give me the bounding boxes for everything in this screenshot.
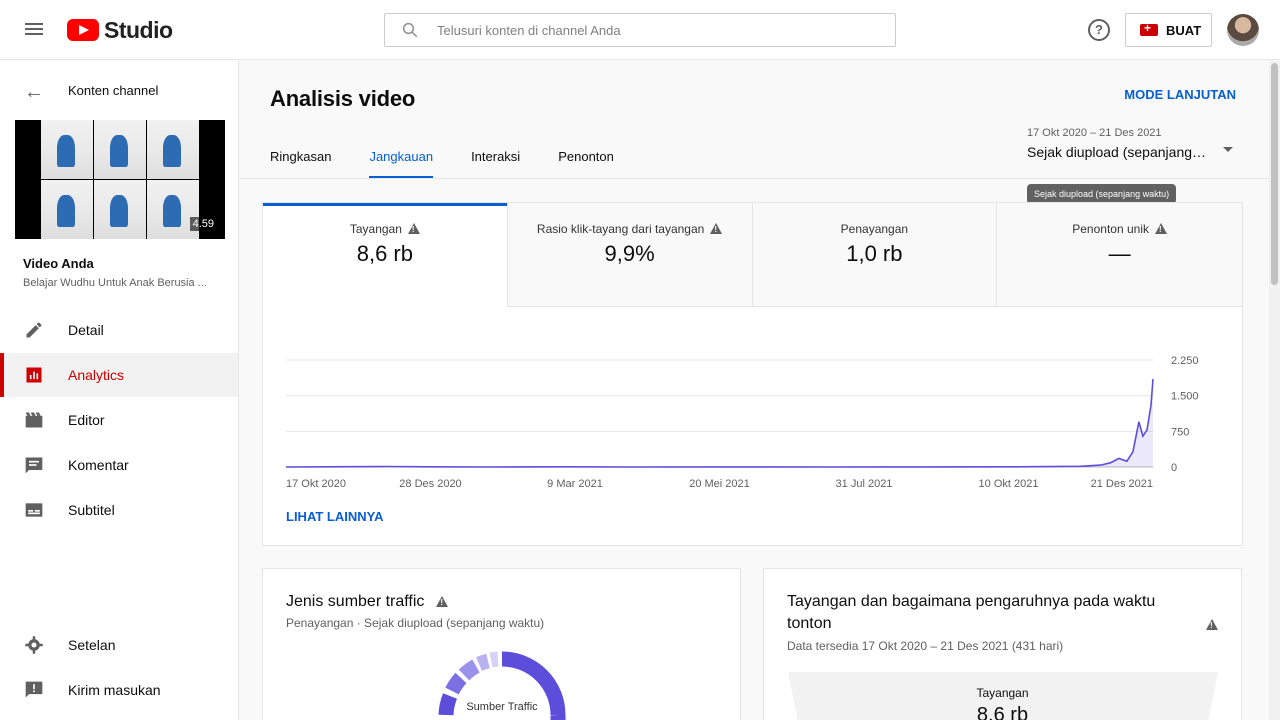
sidebar-item-subtitles[interactable]: Subtitel (0, 488, 238, 532)
tab-overview[interactable]: Ringkasan (270, 141, 331, 179)
see-more-link[interactable]: LIHAT LAINNYA (286, 509, 384, 524)
feedback-icon (25, 681, 43, 698)
funnel-value: 8,6 rb (976, 704, 1029, 720)
pencil-icon (26, 322, 42, 338)
sidebar-item-label: Setelan (68, 637, 116, 653)
date-range-selector[interactable]: 17 Okt 2020 – 21 Des 2021 Sejak diupload… (1027, 127, 1233, 160)
metric-value: 1,0 rb (846, 241, 903, 266)
date-range-tooltip: Sejak diupload (sepanjang waktu) (1027, 184, 1177, 204)
warning-icon (1206, 619, 1218, 630)
scrollbar-thumb[interactable] (1271, 63, 1278, 285)
tab-audience[interactable]: Penonton (558, 141, 614, 179)
sidebar-item-label: Subtitel (68, 502, 115, 518)
y-tick-label: 2.250 (1171, 355, 1199, 367)
metric-label: Rasio klik-tayang dari tayangan (536, 222, 705, 236)
metric-value: 8,6 rb (356, 241, 413, 266)
series-area (286, 379, 1153, 467)
warning-icon (407, 223, 420, 234)
back-arrow-icon[interactable]: ← (24, 81, 44, 104)
main-content: Analisis video MODE LANJUTAN Ringkasan J… (240, 61, 1269, 720)
warning-icon (710, 223, 723, 234)
sidebar-item-label: Editor (68, 412, 105, 428)
channel-content-link[interactable]: Konten channel (68, 83, 158, 98)
metric-label: Penayangan (840, 222, 909, 236)
tab-reach[interactable]: Jangkauan (369, 141, 433, 179)
metric-ctr[interactable]: Rasio klik-tayang dari tayangan 9,9% (507, 203, 753, 307)
warning-icon (1154, 223, 1167, 234)
sidebar-item-label: Kirim masukan (68, 682, 161, 698)
sidebar-item-label: Analytics (68, 367, 125, 383)
card-title: Tayangan dan bagaimana pengaruhnya pada … (787, 593, 1156, 632)
video-duration: 4.59 (189, 217, 217, 231)
metrics-card: Tayangan 8,6 rb Rasio klik-tayang dari t… (262, 202, 1243, 546)
youtube-logo-icon (67, 19, 99, 41)
card-subtitle: Penayangan · Sejak diupload (sepanjang w… (286, 616, 545, 630)
help-icon[interactable]: ? (1088, 19, 1110, 41)
y-tick-label: 0 (1171, 462, 1177, 474)
tab-engagement[interactable]: Interaksi (471, 141, 520, 179)
create-button[interactable]: BUAT (1125, 13, 1212, 47)
video-title: Belajar Wudhu Untuk Anak Berusia ... (23, 277, 207, 289)
warning-icon (436, 596, 449, 607)
tabs: Ringkasan Jangkauan Interaksi Penonton (270, 141, 652, 179)
traffic-source-card: Jenis sumber traffic Penayangan · Sejak … (262, 568, 741, 720)
metric-label: Penonton unik (1072, 222, 1149, 236)
x-tick-label: 31 Jul 2021 (836, 478, 893, 490)
donut-center-label: Sumber Traffic (466, 701, 538, 713)
date-range-dates: 17 Okt 2020 – 21 Des 2021 (1027, 127, 1162, 139)
x-tick-label: 10 Okt 2021 (979, 478, 1039, 490)
sidebar-item-feedback[interactable]: Kirim masukan (0, 668, 238, 712)
studio-logo[interactable]: Studio (67, 17, 173, 43)
film-icon (25, 412, 43, 428)
metric-label: Tayangan (349, 222, 402, 236)
card-title: Jenis sumber traffic (286, 593, 449, 611)
analytics-icon (26, 367, 42, 383)
y-tick-label: 750 (1171, 426, 1189, 438)
avatar[interactable] (1227, 14, 1259, 46)
create-button-label: BUAT (1166, 22, 1202, 38)
metric-impressions[interactable]: Tayangan 8,6 rb (263, 203, 508, 307)
x-tick-label: 28 Des 2020 (399, 478, 461, 490)
page-scrollbar[interactable] (1269, 61, 1280, 720)
x-tick-label: 21 Des 2021 (1091, 478, 1153, 490)
x-tick-label: 20 Mei 2021 (689, 478, 750, 490)
sidebar-item-settings[interactable]: Setelan (0, 623, 238, 667)
logo-text: Studio (104, 16, 173, 43)
camera-plus-icon (1140, 21, 1158, 36)
sidebar-item-detail[interactable]: Detail (0, 308, 238, 352)
page-title: Analisis video (270, 86, 416, 111)
tab-divider (240, 178, 1269, 179)
sidebar-item-label: Detail (68, 322, 104, 338)
funnel-label: Tayangan (976, 686, 1029, 700)
subtitle-icon (25, 503, 43, 517)
sidebar: ← Konten channel 4.59 Video Anda Belajar… (0, 61, 239, 720)
chevron-down-icon (1223, 147, 1233, 152)
top-bar: Studio ? BUAT (0, 0, 1280, 60)
series-line (285, 378, 1154, 468)
impressions-funnel-card: Tayangan dan bagaimana pengaruhnya pada … (763, 568, 1242, 720)
video-heading: Video Anda (23, 256, 94, 271)
metric-unique-viewers[interactable]: Penonton unik — (997, 203, 1242, 307)
sidebar-item-editor[interactable]: Editor (0, 398, 238, 442)
sidebar-item-comments[interactable]: Komentar (0, 443, 238, 487)
x-tick-label: 9 Mar 2021 (547, 478, 603, 490)
video-thumbnail[interactable]: 4.59 (15, 120, 225, 239)
y-tick-label: 1.500 (1171, 391, 1199, 403)
card-subtitle: Data tersedia 17 Okt 2020 – 21 Des 2021 … (787, 639, 1064, 653)
x-tick-label: 17 Okt 2020 (286, 478, 346, 490)
impressions-line-chart: 2.250 1.500 750 0 17 Okt 2020 28 Des 2020 9 Ma… (285, 355, 1199, 490)
sidebar-item-label: Komentar (68, 457, 129, 473)
metric-views[interactable]: Penayangan 1,0 rb (752, 203, 998, 307)
metric-value: — (1108, 241, 1131, 266)
menu-icon[interactable] (22, 20, 46, 40)
gear-icon (25, 636, 43, 654)
search-box (384, 13, 896, 47)
advanced-mode-button[interactable]: MODE LANJUTAN (1124, 87, 1236, 102)
date-range-period: Sejak diupload (sepanjang waktu) (1027, 144, 1207, 160)
metric-value: 9,9% (604, 241, 655, 266)
comment-icon (25, 457, 43, 474)
search-input[interactable] (437, 14, 877, 46)
sidebar-item-analytics[interactable]: Analytics (0, 353, 238, 397)
search-icon (402, 22, 418, 38)
